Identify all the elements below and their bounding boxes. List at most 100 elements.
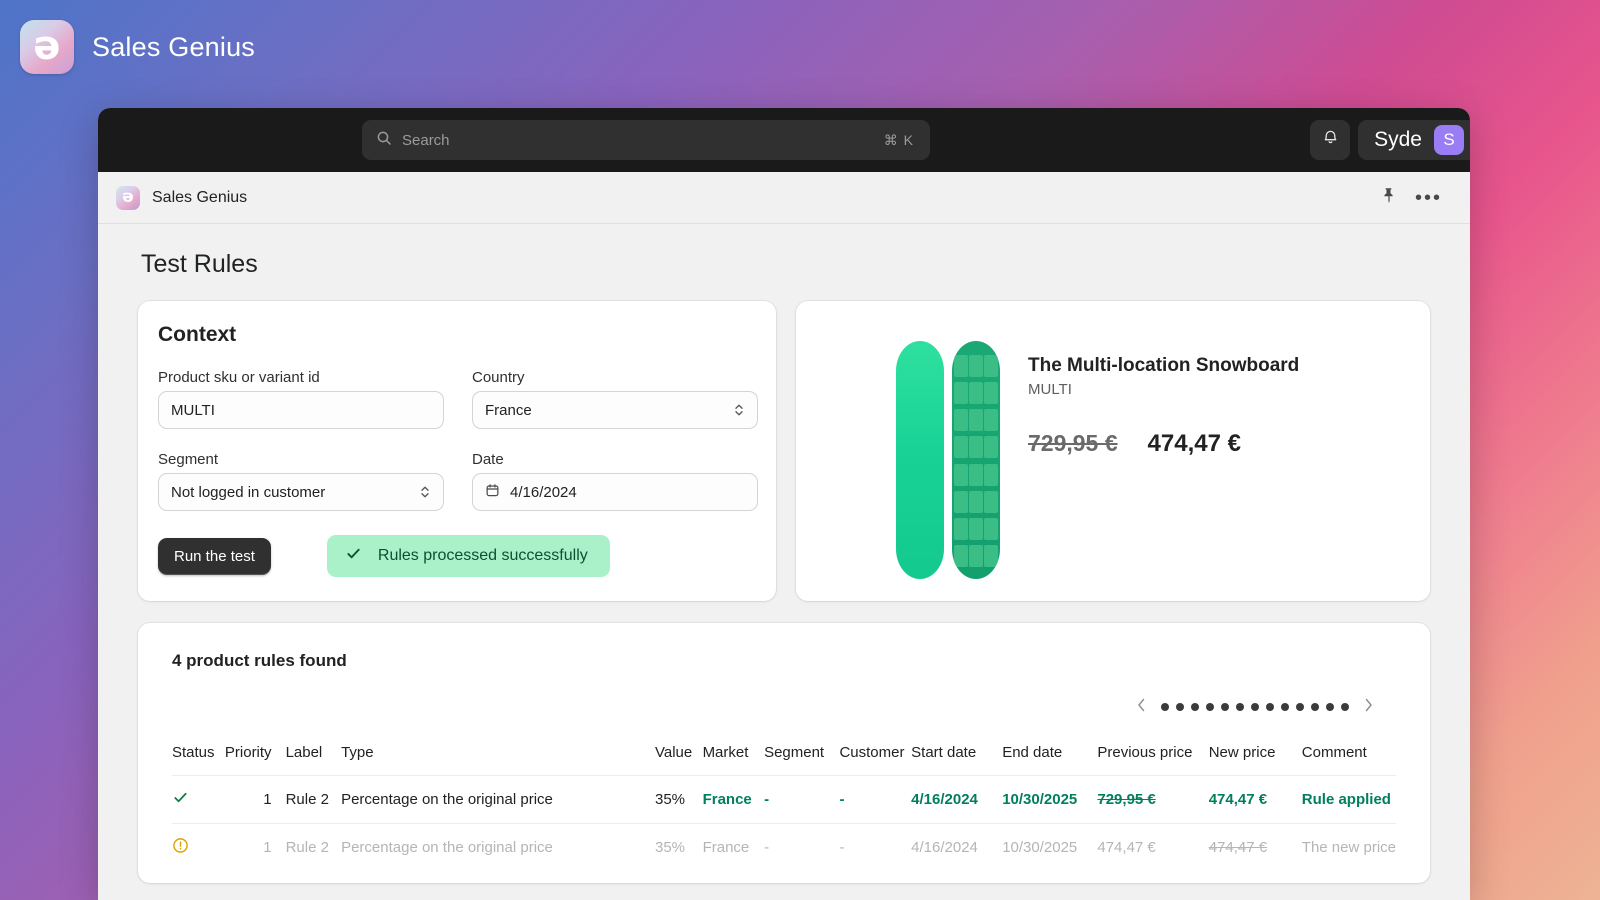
brand-header: ə Sales Genius — [20, 20, 255, 74]
segment-label: Segment — [158, 451, 219, 468]
col-type: Type — [341, 744, 374, 761]
pager-dot[interactable] — [1251, 702, 1259, 711]
cell-segment: - — [764, 823, 840, 871]
product-title: The Multi-location Snowboard — [1028, 355, 1300, 376]
user-menu-button[interactable]: Syde S — [1358, 120, 1470, 160]
pager-dot[interactable] — [1341, 702, 1349, 711]
search-box[interactable]: ⌘ K — [362, 120, 930, 160]
col-comment: Comment — [1301, 744, 1367, 761]
country-value: France — [485, 401, 532, 419]
product-image — [896, 341, 1004, 583]
sku-label: Product sku or variant id — [158, 369, 320, 386]
page-body: Test Rules Context Product sku or varian… — [98, 224, 1470, 883]
app-window: ⌘ K Syde S ə Sales Geniu — [98, 108, 1470, 900]
bell-icon — [1322, 129, 1339, 151]
warning-icon — [172, 838, 189, 858]
pager-dot[interactable] — [1191, 702, 1199, 711]
cell-comment: Rule applied — [1301, 775, 1396, 824]
snowboard-front — [896, 341, 944, 579]
context-heading: Context — [158, 323, 237, 346]
pager-dot[interactable] — [1311, 702, 1319, 711]
product-card: The Multi-location Snowboard MULTI 729,9… — [796, 301, 1430, 601]
field-segment: Segment Not logged in customer — [158, 451, 444, 511]
col-end-date: End date — [1002, 744, 1063, 761]
product-price-row: 729,95 € 474,47 € — [1028, 430, 1299, 458]
search-input[interactable] — [402, 131, 874, 149]
cell-customer: - — [839, 775, 912, 824]
calendar-icon — [485, 483, 500, 502]
product-price-current: 474,47 € — [1147, 430, 1241, 457]
rules-found-count: 4 product rules found — [172, 651, 347, 670]
pin-icon[interactable] — [1381, 187, 1397, 209]
cell-end-date: 10/30/2025 — [1002, 823, 1098, 871]
table-header-row: Status Priority Label Type Value Market … — [172, 738, 1396, 776]
country-label: Country — [472, 369, 525, 386]
cell-comment: The new price — [1301, 823, 1396, 871]
topbar-right: Syde S — [1310, 120, 1470, 160]
cell-previous-price: 474,47 € — [1097, 823, 1209, 871]
search-icon — [376, 130, 392, 151]
status-banner: Rules processed successfully — [326, 535, 610, 577]
country-select[interactable]: France — [472, 391, 758, 429]
col-start-date: Start date — [911, 744, 977, 761]
segment-select[interactable]: Not logged in customer — [158, 473, 444, 511]
cell-status — [172, 775, 224, 824]
more-horizontal-icon[interactable]: ••• — [1415, 188, 1442, 208]
col-customer: Customer — [839, 744, 905, 761]
col-priority: Priority — [224, 744, 272, 761]
cell-segment: - — [764, 775, 840, 824]
cell-previous-price: 729,95 € — [1097, 775, 1209, 824]
pager-dot[interactable] — [1206, 702, 1214, 711]
brand-title: Sales Genius — [92, 31, 255, 62]
table-row[interactable]: 1 Rule 2 Percentage on the original price 3… — [172, 775, 1396, 824]
pager-dots[interactable] — [1161, 702, 1349, 711]
status-banner-text: Rules processed successfully — [377, 547, 588, 564]
rules-card: 4 product rules found Status Priority La… — [138, 623, 1430, 883]
page-title: Test Rules — [141, 250, 258, 278]
app-name: Sales Genius — [152, 188, 248, 206]
sku-input-wrap[interactable] — [158, 391, 444, 429]
col-market: Market — [702, 744, 749, 761]
chevron-right-icon[interactable] — [1363, 697, 1374, 716]
chevron-left-icon[interactable] — [1136, 697, 1147, 716]
field-sku: Product sku or variant id — [158, 369, 444, 429]
pager-dot[interactable] — [1266, 702, 1274, 711]
col-previous-price: Previous price — [1097, 744, 1193, 761]
table-row[interactable]: 1 Rule 2 Percentage on the original price 3… — [172, 823, 1396, 871]
pager-dot[interactable] — [1221, 702, 1229, 711]
product-price-original: 729,95 € — [1028, 430, 1118, 456]
product-info: The Multi-location Snowboard MULTI 729,9… — [1028, 319, 1299, 458]
user-name: Syde — [1374, 128, 1422, 151]
check-icon — [172, 792, 189, 810]
pager-dot[interactable] — [1176, 702, 1184, 711]
context-form: Product sku or variant id Country France — [158, 369, 758, 533]
cell-new-price: 474,47 € — [1208, 775, 1302, 824]
app-identity: ə Sales Genius — [116, 185, 248, 210]
cell-market: France — [702, 775, 765, 824]
cell-value: 35% — [654, 775, 703, 824]
pager-dot[interactable] — [1326, 702, 1334, 711]
col-new-price: New price — [1208, 744, 1276, 761]
pager-dot[interactable] — [1236, 702, 1244, 711]
app-subheader: ə Sales Genius ••• — [98, 172, 1470, 224]
context-card: Context Product sku or variant id Countr… — [138, 301, 776, 601]
cell-priority: 1 — [223, 775, 286, 824]
run-test-button[interactable]: Run the test — [158, 537, 271, 575]
date-input[interactable]: 4/16/2024 — [472, 473, 758, 511]
sku-input[interactable] — [171, 401, 431, 419]
notifications-button[interactable] — [1310, 120, 1351, 160]
cell-end-date: 10/30/2025 — [1002, 775, 1098, 824]
cell-status — [172, 823, 224, 871]
rules-table: Status Priority Label Type Value Market … — [172, 738, 1396, 871]
cell-type: Percentage on the original price — [341, 775, 655, 824]
cell-market: France — [702, 823, 765, 871]
field-country: Country France — [472, 369, 758, 429]
pager-dot[interactable] — [1296, 702, 1304, 711]
cell-label: Rule 2 — [285, 823, 342, 871]
chevron-updown-icon — [733, 402, 745, 418]
pager-dot[interactable] — [1281, 702, 1289, 711]
cell-priority: 1 — [223, 823, 286, 871]
pager-dot[interactable] — [1161, 702, 1169, 711]
check-icon — [345, 545, 362, 567]
cell-start-date: 4/16/2024 — [911, 823, 1003, 871]
